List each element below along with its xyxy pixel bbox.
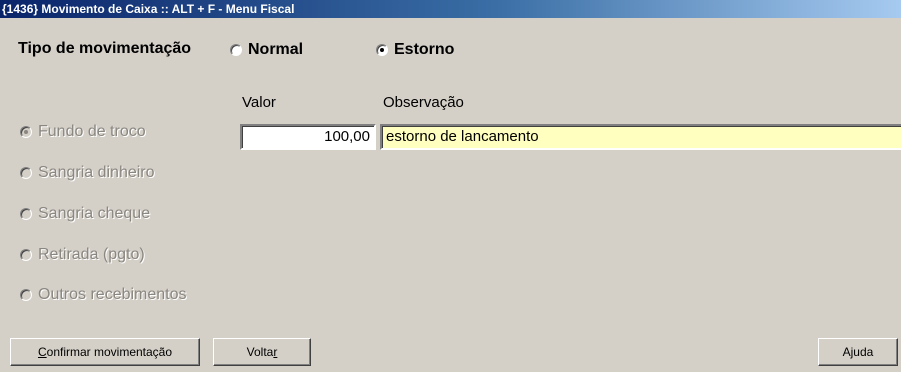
confirmar-accel-key: C xyxy=(37,345,47,359)
observacao-input[interactable]: estorno de lancamento xyxy=(380,124,901,150)
confirmar-movimentacao-button[interactable]: Confirmar movimentação xyxy=(10,338,200,366)
tipo-movimentacao-label: Tipo de movimentação xyxy=(18,40,192,57)
radio-fundo-de-troco[interactable]: Fundo de troco xyxy=(20,123,146,141)
valor-column-label: Valor xyxy=(242,94,276,111)
radio-sangria-cheque-label: Sangria cheque xyxy=(38,205,151,222)
voltar-button[interactable]: Voltar xyxy=(213,338,311,366)
radio-normal-label: Normal xyxy=(248,41,304,58)
radio-estorno-label: Estorno xyxy=(394,41,455,58)
valor-input[interactable]: 100,00 xyxy=(240,124,376,150)
voltar-accel-key: r xyxy=(273,345,278,359)
radio-outros-recebimentos-label: Outros recebimentos xyxy=(38,286,187,303)
radio-fundo-de-troco-indicator xyxy=(20,126,32,138)
radio-retirada-pgto[interactable]: Retirada (pgto) xyxy=(20,246,145,264)
radio-normal[interactable]: Normal xyxy=(230,41,303,59)
radio-estorno[interactable]: Estorno xyxy=(376,41,454,59)
radio-normal-indicator xyxy=(230,44,242,56)
confirmar-label-post: onfirmar movimentação xyxy=(46,345,173,359)
observacao-column-label: Observação xyxy=(383,94,464,111)
radio-sangria-cheque[interactable]: Sangria cheque xyxy=(20,205,150,223)
radio-sangria-dinheiro-indicator xyxy=(20,167,32,179)
radio-outros-recebimentos[interactable]: Outros recebimentos xyxy=(20,286,187,304)
radio-outros-recebimentos-indicator xyxy=(20,289,32,301)
window-title: {1436} Movimento de Caixa :: ALT + F - M… xyxy=(0,0,901,18)
radio-sangria-dinheiro[interactable]: Sangria dinheiro xyxy=(20,164,155,182)
radio-fundo-de-troco-label: Fundo de troco xyxy=(38,123,146,140)
radio-sangria-cheque-indicator xyxy=(20,208,32,220)
radio-sangria-dinheiro-label: Sangria dinheiro xyxy=(38,164,155,181)
radio-retirada-pgto-indicator xyxy=(20,249,32,261)
radio-estorno-indicator xyxy=(376,44,388,56)
ajuda-button[interactable]: Ajuda xyxy=(818,338,898,366)
voltar-label-pre: Volta xyxy=(246,345,274,359)
radio-retirada-pgto-label: Retirada (pgto) xyxy=(38,246,145,263)
